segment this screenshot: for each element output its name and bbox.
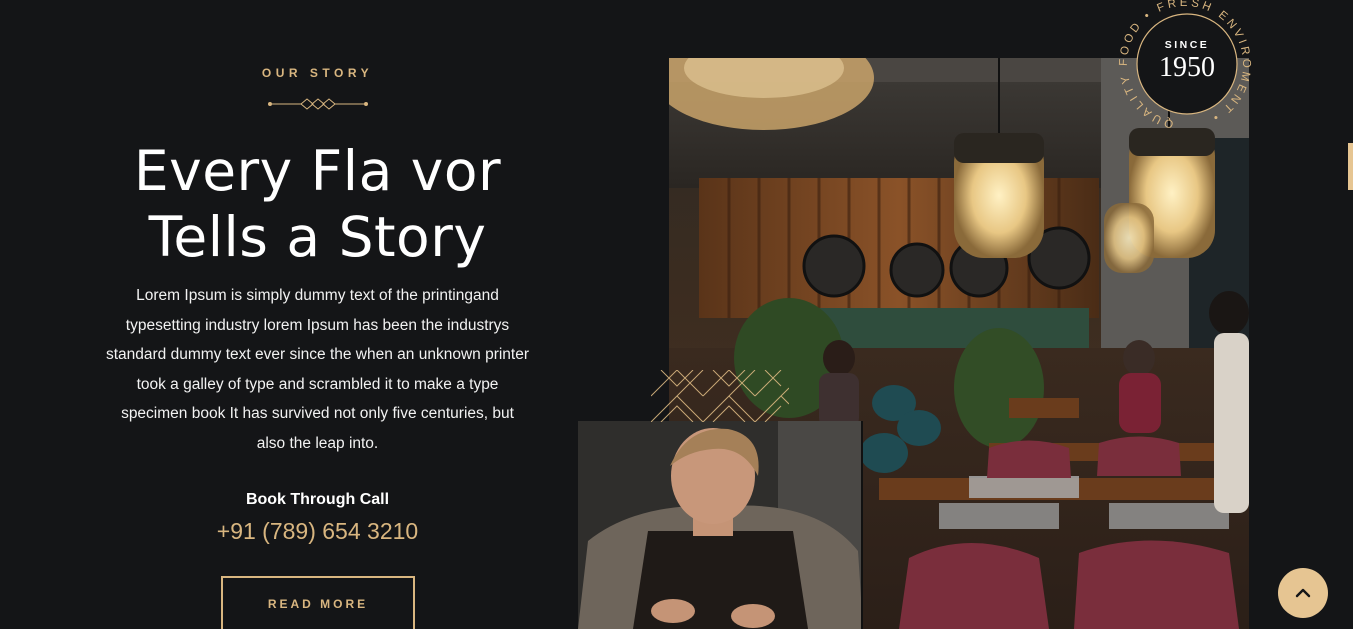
since-badge: QUALITY FOOD • FRESH ENVIROMENT • SINCE … bbox=[1115, 0, 1255, 130]
section-headline: Every Fla vor Tells a Story bbox=[100, 138, 535, 270]
headline-line-1: Every Fla vor bbox=[133, 139, 502, 203]
ornament-divider-icon bbox=[268, 98, 368, 110]
call-label: Book Through Call bbox=[245, 491, 390, 508]
chef-illustration bbox=[578, 421, 861, 629]
chevron-up-icon bbox=[1295, 588, 1311, 598]
section-eyebrow: OUR STORY bbox=[261, 66, 374, 80]
badge-year: 1950 bbox=[1159, 52, 1215, 83]
phone-number[interactable]: +91 (789) 654 3210 bbox=[100, 518, 535, 545]
badge-ring-icon: QUALITY FOOD • FRESH ENVIROMENT • SINCE … bbox=[1118, 0, 1249, 130]
our-story-section: OUR STORY Every Fla vor Tells a Story Lo… bbox=[100, 0, 535, 629]
read-more-button[interactable]: READ MORE bbox=[221, 576, 415, 629]
chef-image bbox=[578, 421, 863, 629]
headline-line-2: Tells a Story bbox=[148, 205, 487, 269]
art-deco-pattern-icon bbox=[651, 370, 789, 422]
story-body-text: Lorem Ipsum is simply dummy text of the … bbox=[105, 287, 530, 452]
badge-since: SINCE bbox=[1165, 39, 1210, 51]
scroll-to-top-button[interactable] bbox=[1278, 568, 1328, 618]
side-edge-tab[interactable] bbox=[1348, 143, 1353, 190]
